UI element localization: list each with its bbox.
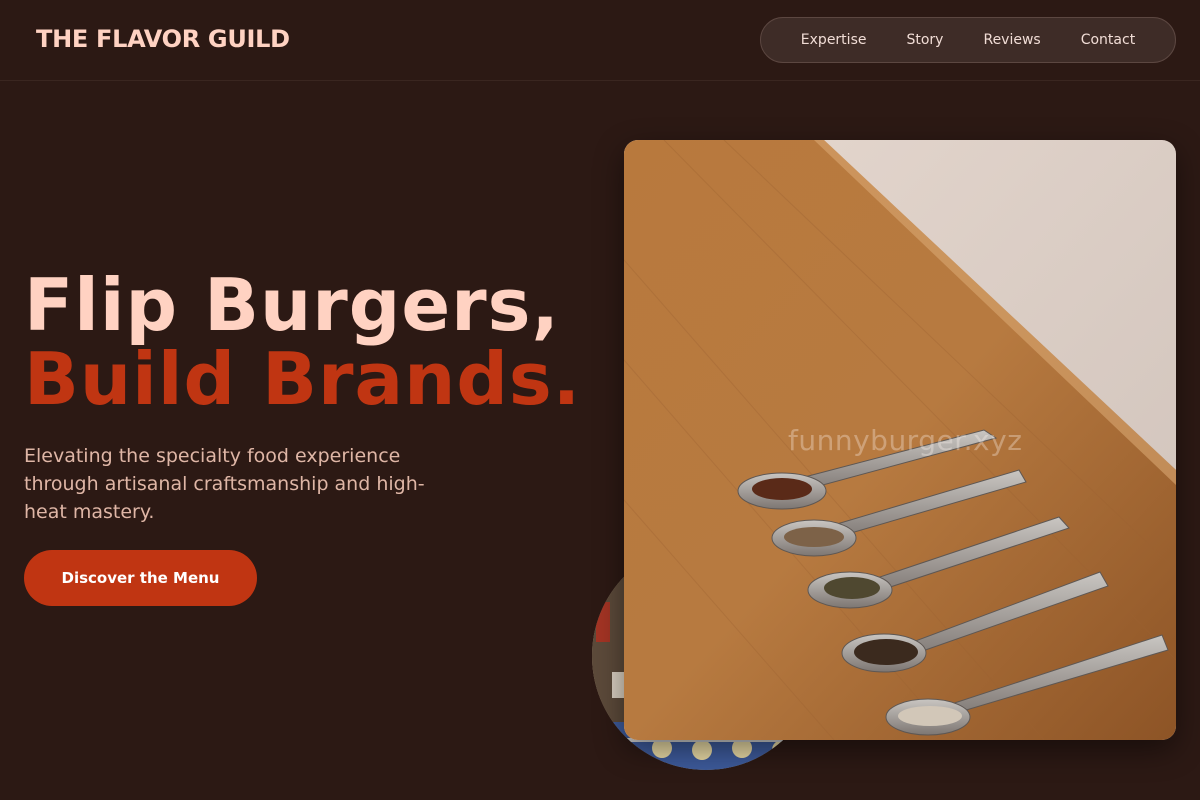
watermark: funnyburger.xyz: [788, 424, 1023, 457]
nav-item-reviews[interactable]: Reviews: [963, 17, 1060, 63]
hero-title: Flip Burgers, Build Brands.: [24, 268, 581, 416]
hero-title-line1: Flip Burgers,: [24, 263, 560, 347]
site-header: THE FLAVOR GUILD Expertise Story Reviews…: [0, 0, 1200, 81]
nav-item-expertise[interactable]: Expertise: [781, 17, 887, 63]
nav-bar: Expertise Story Reviews Contact: [760, 17, 1176, 63]
discover-menu-button[interactable]: Discover the Menu: [24, 550, 257, 606]
hero-subtitle: Elevating the specialty food experience …: [24, 445, 425, 523]
nav-item-contact[interactable]: Contact: [1061, 17, 1155, 63]
brand-logo[interactable]: THE FLAVOR GUILD: [36, 24, 290, 54]
nav-item-story[interactable]: Story: [886, 17, 963, 63]
hero-title-line2: Build Brands.: [24, 337, 582, 421]
